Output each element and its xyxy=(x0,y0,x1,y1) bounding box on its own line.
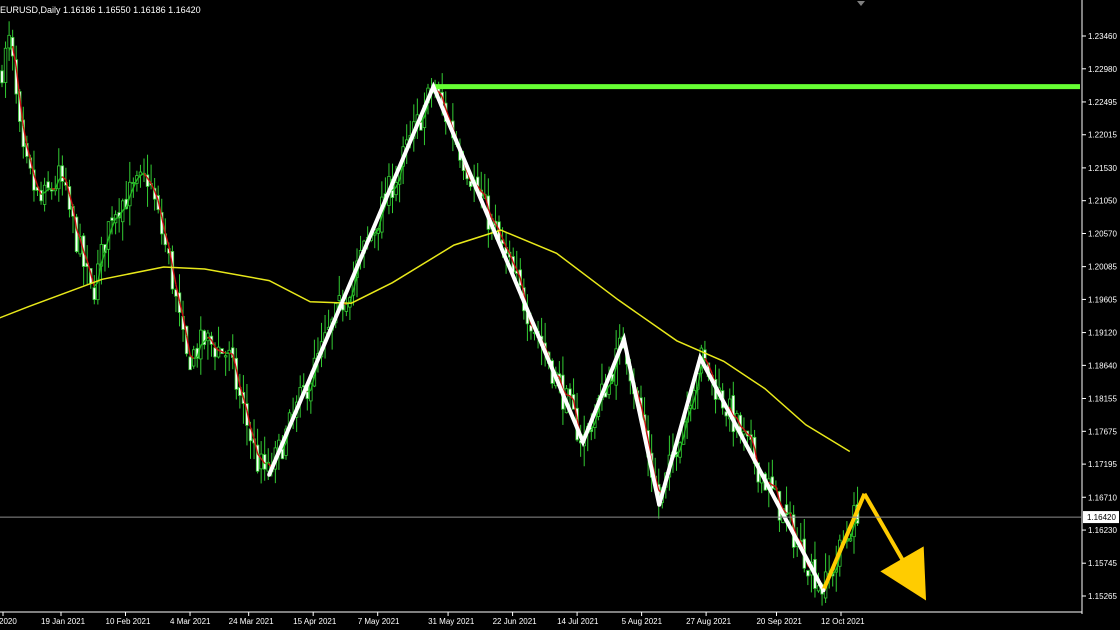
time-tick-label: 24 Mar 2021 xyxy=(229,617,274,626)
candle-body xyxy=(7,34,11,49)
candle-body xyxy=(92,287,96,300)
pattern-point xyxy=(622,337,627,342)
candle-body xyxy=(110,217,114,221)
price-tick-label: 1.21530 xyxy=(1088,164,1117,173)
time-tick-label: 10 Feb 2021 xyxy=(106,617,151,626)
pattern-point xyxy=(698,355,703,360)
time-tick-label: 12 Oct 2021 xyxy=(821,617,865,626)
price-tick-label: 1.23460 xyxy=(1088,32,1117,41)
candle-body xyxy=(57,165,61,190)
candle-body xyxy=(216,346,221,358)
price-tick-label: 1.20085 xyxy=(1088,263,1117,272)
price-tick-label: 1.22980 xyxy=(1088,65,1117,74)
time-tick-label: 31 May 2021 xyxy=(428,617,475,626)
pattern-lines xyxy=(267,81,1080,601)
zigzag-pattern-line[interactable] xyxy=(267,81,826,592)
moving-averages xyxy=(0,45,859,591)
price-tick-label: 1.15745 xyxy=(1088,559,1117,568)
price-tick-label: 1.16230 xyxy=(1088,526,1117,535)
time-tick-label: 27 Aug 2021 xyxy=(686,617,731,626)
price-tick-label: 1.19120 xyxy=(1088,329,1117,338)
current-price-label: 1.16420 xyxy=(1087,513,1116,522)
time-tick-label: 20 Sep 2021 xyxy=(756,617,802,626)
price-tick-label: 1.22495 xyxy=(1088,98,1117,107)
candle-body xyxy=(223,355,228,358)
fast-ma-segment xyxy=(150,183,156,192)
time-tick-label: 7 May 2021 xyxy=(358,617,400,626)
candles-layer xyxy=(0,21,860,606)
time-tick-label: 2020 xyxy=(0,617,17,626)
candle-body xyxy=(206,332,210,342)
pattern-point xyxy=(431,84,436,89)
price-tick-label: 1.15265 xyxy=(1088,592,1117,601)
candle-body xyxy=(3,47,8,83)
price-tick-label: 1.17195 xyxy=(1088,460,1117,469)
price-tick-label: 1.17675 xyxy=(1088,427,1117,436)
projection-arrow-icon xyxy=(880,546,927,601)
time-tick-label: 15 Apr 2021 xyxy=(293,617,337,626)
price-tick-label: 1.18155 xyxy=(1088,395,1117,404)
candle-body xyxy=(806,570,810,577)
price-chart[interactable]: 1.23460 1.22980 1.22495 1.22015 1.21530 1.210… xyxy=(0,0,1120,630)
candle-body xyxy=(46,181,50,189)
fast-ma-segment xyxy=(47,187,52,191)
price-tick-label: 1.20570 xyxy=(1088,229,1117,238)
axes: 1.23460 1.22980 1.22495 1.22015 1.21530 1.210… xyxy=(0,0,1119,626)
fast-ma-segment xyxy=(11,46,17,68)
price-tick-label: 1.18640 xyxy=(1088,361,1117,370)
time-tick-label: 14 Jul 2021 xyxy=(557,617,599,626)
time-tick-label: 5 Aug 2021 xyxy=(622,617,663,626)
pattern-point xyxy=(267,472,272,477)
price-tick-label: 1.19605 xyxy=(1088,295,1117,304)
pattern-point xyxy=(657,502,662,507)
price-tick-label: 1.16710 xyxy=(1088,493,1117,502)
price-tick-label: 1.22015 xyxy=(1088,131,1117,140)
candle-body xyxy=(131,182,136,184)
candle-body xyxy=(188,356,192,371)
candle-body xyxy=(742,430,746,435)
time-tick-label: 22 Jun 2021 xyxy=(493,617,538,626)
fast-ma-segment xyxy=(846,538,851,541)
candle-body xyxy=(60,165,65,182)
time-tick-label: 4 Mar 2021 xyxy=(170,617,211,626)
candle-body xyxy=(213,347,217,358)
candle-body xyxy=(50,189,54,192)
time-tick-label: 19 Jan 2021 xyxy=(41,617,86,626)
candle-body xyxy=(42,184,47,205)
pattern-point xyxy=(821,588,826,593)
projection-up-line[interactable] xyxy=(821,493,867,591)
pattern-point xyxy=(580,439,585,444)
price-tick-label: 1.21050 xyxy=(1088,197,1117,206)
fast-ma-segment xyxy=(349,290,355,303)
candle-body xyxy=(337,295,341,301)
candle-body xyxy=(259,453,263,470)
candle-body xyxy=(0,70,4,84)
candle-body xyxy=(770,476,775,490)
long-moving-average-line xyxy=(0,229,851,453)
